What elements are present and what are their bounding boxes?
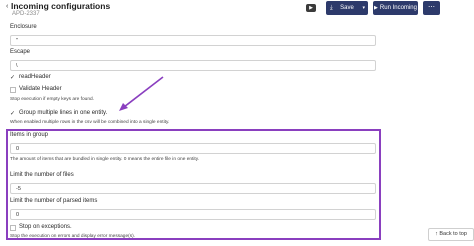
back-to-top-label: Back to top [439, 231, 467, 237]
arrow-up-icon: ↑ [435, 231, 438, 237]
back-to-top-button[interactable]: ↑ Back to top [428, 228, 474, 241]
annotation-arrow [119, 76, 164, 111]
